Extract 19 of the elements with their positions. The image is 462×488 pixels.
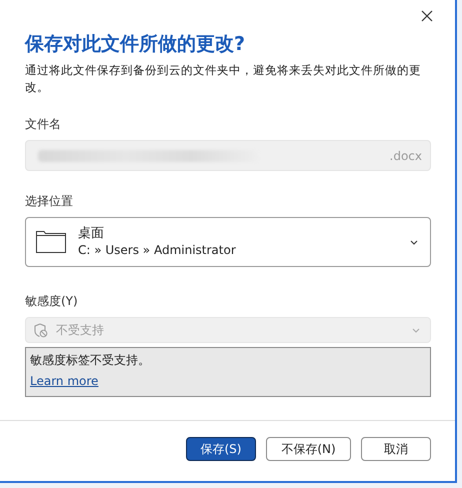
field-label: 文件名 — [25, 116, 62, 132]
chevron-icon — [410, 240, 418, 244]
folder-icon — [36, 231, 66, 253]
save-button[interactable]: 保存(S) — [186, 437, 256, 461]
close-icon[interactable] — [419, 8, 435, 24]
description-text: 通过将此文件保存到备份到云的文件夹中，避免将来丢失对此文件所做的更改。 — [25, 62, 422, 96]
chevron-icon — [412, 328, 420, 332]
file-extension: .docx — [390, 148, 422, 162]
dialog-title: 保存对此文件所做的更改? — [25, 32, 246, 56]
dont-save-button[interactable]: 不保存(N) — [266, 437, 351, 461]
shield-icon — [33, 322, 48, 338]
field-label: 选择位置 — [25, 193, 74, 209]
info-message: 敏感度标签不受支持。 — [30, 352, 151, 369]
cancel-button[interactable]: 取消 — [361, 437, 431, 461]
location-name: 桌面 — [78, 225, 105, 242]
location-path: C: » Users » Administrator — [78, 242, 237, 259]
location-picker[interactable]: 桌面 C: » Users » Administrator — [25, 217, 431, 267]
dropdown-value: 不受支持 — [56, 322, 105, 338]
field-label: 敏感度(Y) — [25, 293, 79, 309]
